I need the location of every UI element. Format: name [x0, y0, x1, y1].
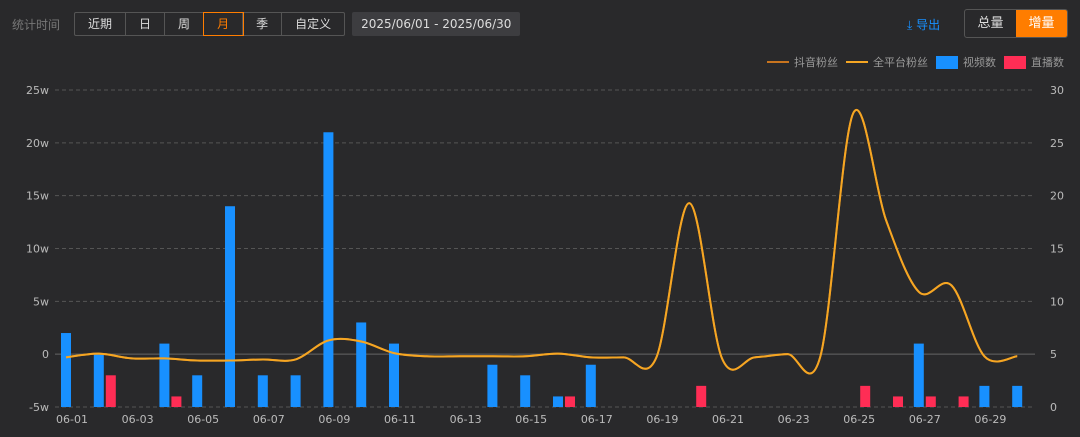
time-label: 统计时间	[12, 17, 61, 32]
legend-item[interactable]: 视频数	[936, 54, 996, 70]
live-bar	[565, 396, 575, 407]
legend-label: 抖音粉丝	[794, 56, 838, 69]
legend-item[interactable]: 全平台粉丝	[846, 54, 928, 70]
period-0[interactable]: 近期	[75, 13, 127, 35]
video-bar	[585, 364, 596, 407]
video-bar	[356, 322, 367, 407]
x-tick: 06-13	[450, 413, 482, 426]
legend-swatch	[767, 61, 789, 63]
live-bar	[171, 396, 182, 407]
legend-swatch	[846, 61, 868, 63]
export-button[interactable]: ⤓ 导出	[907, 16, 940, 33]
live-bar	[958, 396, 969, 407]
douyin-fans-line	[65, 109, 1018, 375]
toggle-0[interactable]: 总量	[965, 10, 1016, 37]
period-selector: 近期日周月季自定义	[74, 12, 346, 36]
x-tick: 06-29	[974, 413, 1006, 426]
live-bar	[893, 396, 903, 407]
y-left-tick: 15w	[26, 190, 49, 203]
chart-legend: 抖音粉丝 全平台粉丝 视频数 直播数	[767, 54, 1064, 70]
x-tick: 06-01	[56, 413, 88, 426]
x-tick: 06-23	[778, 413, 810, 426]
video-bar	[979, 385, 990, 407]
period-3[interactable]: 月	[203, 12, 245, 36]
video-bar	[61, 333, 71, 407]
download-icon: ⤓	[907, 18, 913, 32]
legend-label: 全平台粉丝	[873, 56, 928, 69]
x-tick: 06-05	[187, 413, 219, 426]
legend-swatch	[1004, 55, 1026, 69]
y-left-tick: 20w	[26, 137, 49, 150]
video-bar	[257, 375, 268, 407]
total-increment-toggle: 总量 增量	[964, 9, 1068, 38]
x-tick: 06-19	[646, 413, 678, 426]
x-tick: 06-07	[253, 413, 285, 426]
live-bar	[925, 396, 936, 407]
x-tick: 06-03	[122, 413, 154, 426]
video-bar	[192, 375, 203, 407]
y-left-tick: 25w	[26, 84, 49, 97]
x-tick: 06-09	[318, 413, 350, 426]
legend-item[interactable]: 直播数	[1004, 54, 1064, 70]
y-right-tick: 5	[1050, 348, 1057, 361]
video-bar	[520, 375, 531, 407]
y-right-tick: 20	[1050, 190, 1064, 203]
x-tick: 06-11	[384, 413, 416, 426]
x-tick: 06-25	[843, 413, 875, 426]
x-tick: 06-15	[515, 413, 547, 426]
y-right-tick: 10	[1050, 295, 1064, 308]
y-right-tick: 30	[1050, 84, 1064, 97]
y-right-tick: 15	[1050, 243, 1064, 256]
live-bar	[105, 375, 116, 407]
video-bar	[913, 343, 924, 407]
live-bar	[696, 385, 707, 407]
video-bar	[323, 132, 334, 407]
time-filter: 统计时间 近期日周月季自定义 2025/06/01 - 2025/06/30	[12, 12, 521, 36]
date-range-picker[interactable]: 2025/06/01 - 2025/06/30	[352, 12, 521, 36]
y-left-tick: 0	[42, 348, 49, 361]
legend-label: 直播数	[1031, 56, 1064, 69]
video-bar	[159, 343, 170, 407]
live-bar	[860, 385, 871, 407]
period-1[interactable]: 日	[126, 13, 166, 35]
toggle-1[interactable]: 增量	[1016, 10, 1067, 37]
export-label: 导出	[916, 18, 941, 32]
y-right-tick: 25	[1050, 137, 1064, 150]
y-left-tick: -5w	[29, 401, 49, 414]
period-2[interactable]: 周	[165, 13, 205, 35]
x-tick: 06-27	[909, 413, 941, 426]
y-left-tick: 5w	[33, 295, 49, 308]
period-4[interactable]: 季	[243, 13, 283, 35]
video-bar	[553, 396, 563, 407]
period-5[interactable]: 自定义	[282, 13, 344, 35]
x-tick: 06-21	[712, 413, 744, 426]
video-bar	[225, 206, 235, 407]
video-bar	[487, 364, 498, 407]
video-bar	[290, 375, 301, 407]
legend-swatch	[936, 55, 958, 69]
all-platform-fans-line	[65, 109, 1018, 375]
video-bar	[1012, 385, 1023, 407]
legend-label: 视频数	[963, 56, 996, 69]
legend-item[interactable]: 抖音粉丝	[767, 54, 838, 70]
y-left-tick: 10w	[26, 243, 49, 256]
video-bar	[93, 354, 104, 407]
y-right-tick: 0	[1050, 401, 1057, 414]
x-tick: 06-17	[581, 413, 613, 426]
